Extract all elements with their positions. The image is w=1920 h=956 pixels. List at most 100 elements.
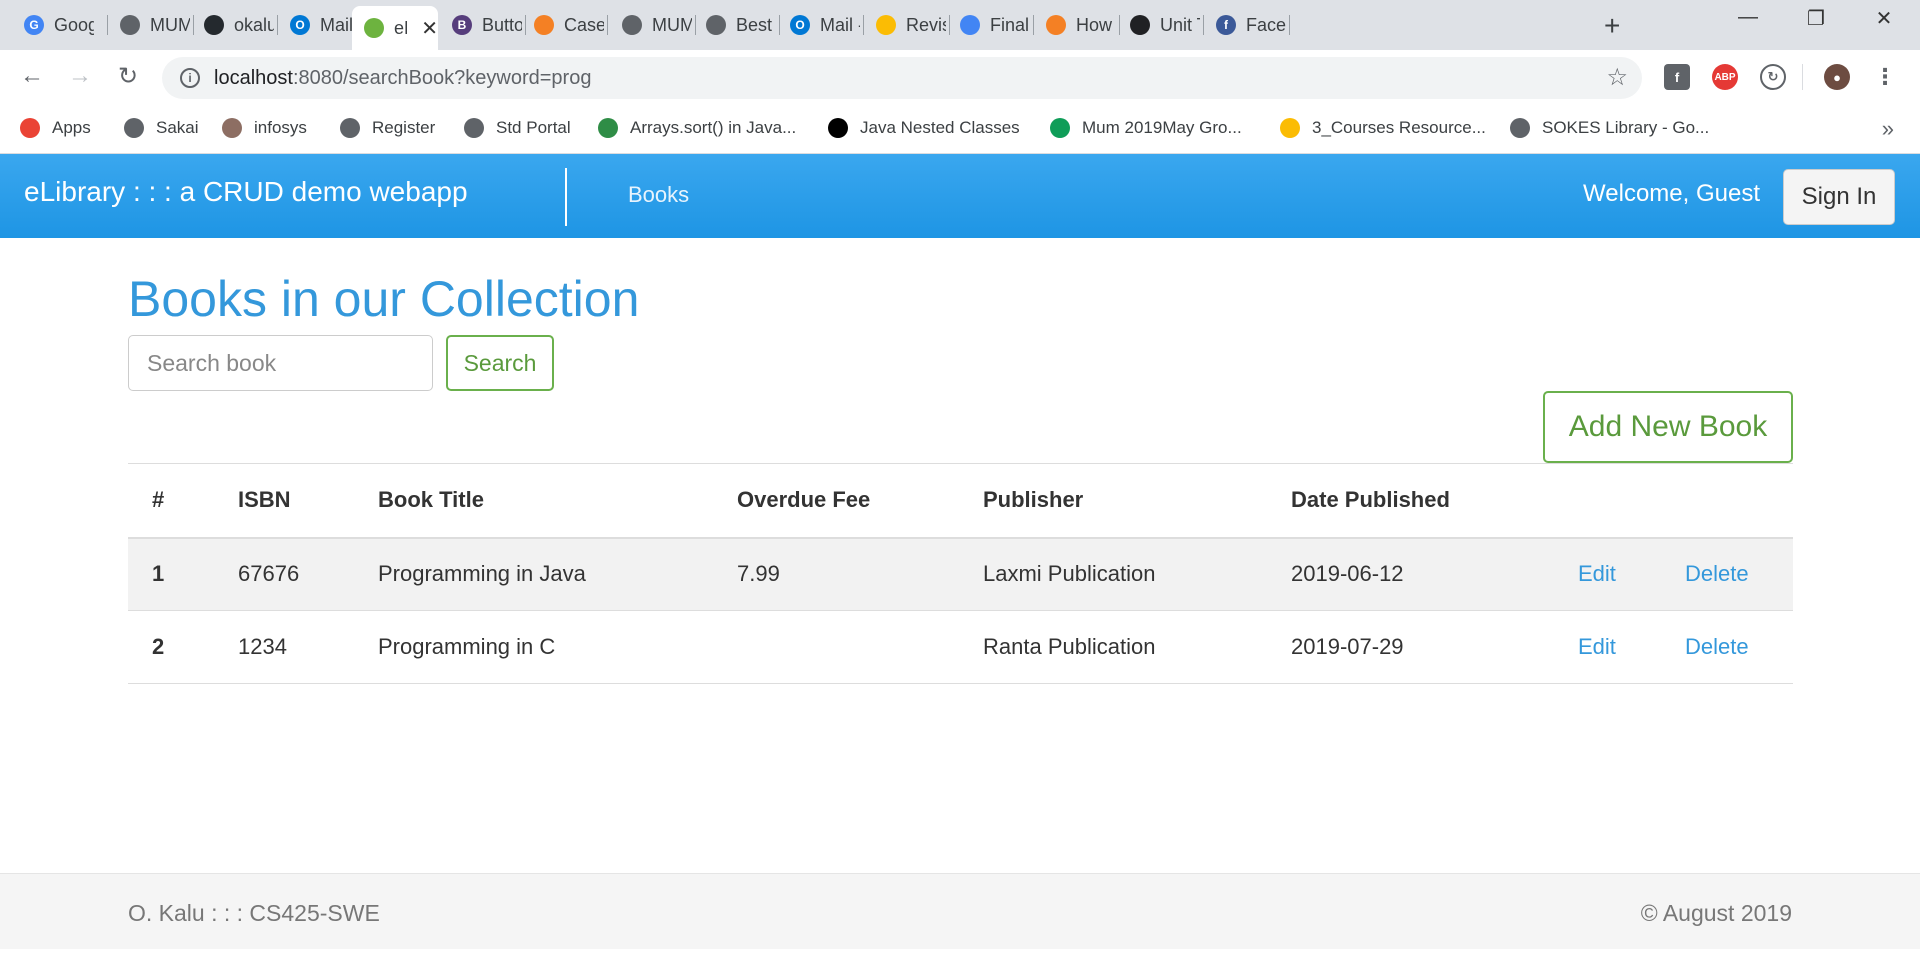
browser-tab[interactable]: Final I [948,8,1034,42]
column-header-date-published: Date Published [1267,463,1554,539]
tab-separator [1289,15,1290,35]
browser-tab[interactable]: f Faceb [1204,8,1290,42]
bookmark-item[interactable]: 3_Courses Resource... [1280,118,1486,138]
app-brand[interactable]: eLibrary : : : a CRUD demo webapp [24,176,468,208]
tab-title: Mail - [820,14,860,35]
toolbar-divider [1802,64,1803,90]
bookmark-item[interactable]: Arrays.sort() in Java... [598,118,796,138]
bookmark-label: Java Nested Classes [860,118,1020,137]
bookmark-item[interactable]: Java Nested Classes [828,118,1020,138]
tab-title: Best F [736,14,776,35]
globe-icon [124,118,144,138]
browser-tab[interactable]: Revisi [864,8,950,42]
delete-link[interactable]: Delete [1685,634,1749,659]
globe-icon [120,15,140,35]
sign-in-button[interactable]: Sign In [1783,169,1895,225]
add-new-book-button[interactable]: Add New Book [1543,391,1793,463]
row-title: Programming in C [354,610,713,684]
footer-copyright: © August 2019 [1640,900,1792,926]
bookmark-item[interactable]: infosys [222,118,307,138]
browser-tab[interactable]: B Butto [440,8,526,42]
row-isbn: 67676 [214,537,354,611]
bootstrap-icon: B [452,15,472,35]
browser-tab[interactable]: How s [1034,8,1120,42]
column-header-delete [1661,463,1793,539]
tab-title: Goog [54,14,94,35]
browser-toolbar: ← → ↻ i localhost:8080/searchBook?keywor… [0,50,1920,106]
back-arrow-icon[interactable]: ← [16,62,48,90]
minimize-icon[interactable]: — [1728,6,1768,29]
browser-tab[interactable]: G Goog [12,8,108,42]
sync-extension-icon[interactable]: ↻ [1760,64,1786,90]
new-tab-plus-icon[interactable]: + [1604,10,1620,42]
delete-link[interactable]: Delete [1685,561,1749,586]
row-overdue-fee: 7.99 [713,537,959,611]
bookmark-label: Sakai [156,118,199,137]
edit-link[interactable]: Edit [1578,634,1616,659]
table-row: 1 67676 Programming in Java 7.99 Laxmi P… [128,537,1793,611]
stackoverflow-icon [1046,15,1066,35]
row-edit-cell: Edit [1554,537,1661,611]
tab-title: MUM [150,14,190,35]
row-publisher: Laxmi Publication [959,537,1267,611]
browser-tab[interactable]: O Mail - [778,8,864,42]
browser-tab[interactable]: okalu [192,8,278,42]
browser-tab[interactable]: Best F [694,8,780,42]
tab-title: okalu [234,14,274,35]
facebook-extension-icon[interactable]: f [1664,64,1690,90]
row-date-published: 2019-07-29 [1267,610,1554,684]
bookmark-item[interactable]: Sakai [124,118,199,138]
chrome-menu-kebab-icon[interactable]: ⋮ [1872,64,1898,90]
close-window-icon[interactable]: ✕ [1864,6,1904,31]
tab-title: Revisi [906,14,946,35]
browser-tab-strip: G Goog MUM okalu O Mail - eL ✕ B Butto Case MUM Best… [0,0,1920,50]
globe-icon [464,118,484,138]
row-title: Programming in Java [354,537,713,611]
browser-tab[interactable]: MUM [108,8,194,42]
bookmark-star-icon[interactable]: ☆ [1606,63,1628,92]
browser-tab[interactable]: eL ✕ [352,6,438,50]
browser-tab[interactable]: Unit T [1118,8,1204,42]
tab-title: eL [394,17,407,38]
profile-avatar[interactable]: ● [1824,64,1850,90]
bookmark-item[interactable]: Register [340,118,435,138]
adblock-plus-icon[interactable]: ABP [1712,64,1738,90]
forward-arrow-icon[interactable]: → [64,62,96,90]
column-header-overdue-fee: Overdue Fee [713,463,959,539]
bookmarks-overflow-chevron-icon[interactable]: » [1882,116,1894,142]
edit-link[interactable]: Edit [1578,561,1616,586]
tab-title: Unit T [1160,14,1200,35]
tab-title: How s [1076,14,1116,35]
reload-icon[interactable]: ↻ [112,62,144,91]
bookmark-item[interactable]: SOKES Library - Go... [1510,118,1709,138]
bookmark-item[interactable]: Std Portal [464,118,571,138]
search-button[interactable]: Search [446,335,554,391]
tab-title: Butto [482,14,522,35]
search-input[interactable] [128,335,433,391]
site-info-icon[interactable]: i [180,68,200,88]
facebook-icon: f [1216,15,1236,35]
column-header-number: # [128,463,214,539]
column-header-isbn: ISBN [214,463,354,539]
bookmark-label: infosys [254,118,307,137]
bookmark-item[interactable]: Apps [20,118,91,138]
restore-icon[interactable]: ❐ [1796,6,1836,31]
google-drive-icon [876,15,896,35]
infosys-icon [222,118,242,138]
row-publisher: Ranta Publication [959,610,1267,684]
tab-title: Final I [990,14,1030,35]
close-tab-icon[interactable]: ✕ [421,16,438,41]
browser-tab[interactable]: MUM [610,8,696,42]
row-delete-cell: Delete [1661,610,1793,684]
tab-separator [607,15,608,35]
apps-grid-icon [20,118,40,138]
stackoverflow-icon [534,15,554,35]
table-row: 2 1234 Programming in C Ranta Publicatio… [128,610,1793,684]
bookmark-item[interactable]: Mum 2019May Gro... [1050,118,1242,138]
globe-icon [622,15,642,35]
nav-link-books[interactable]: Books [628,182,689,208]
table-header-row: # ISBN Book Title Overdue Fee Publisher … [128,463,1793,539]
address-bar[interactable]: i localhost:8080/searchBook?keyword=prog… [162,57,1642,99]
row-isbn: 1234 [214,610,354,684]
browser-tab[interactable]: Case [522,8,608,42]
